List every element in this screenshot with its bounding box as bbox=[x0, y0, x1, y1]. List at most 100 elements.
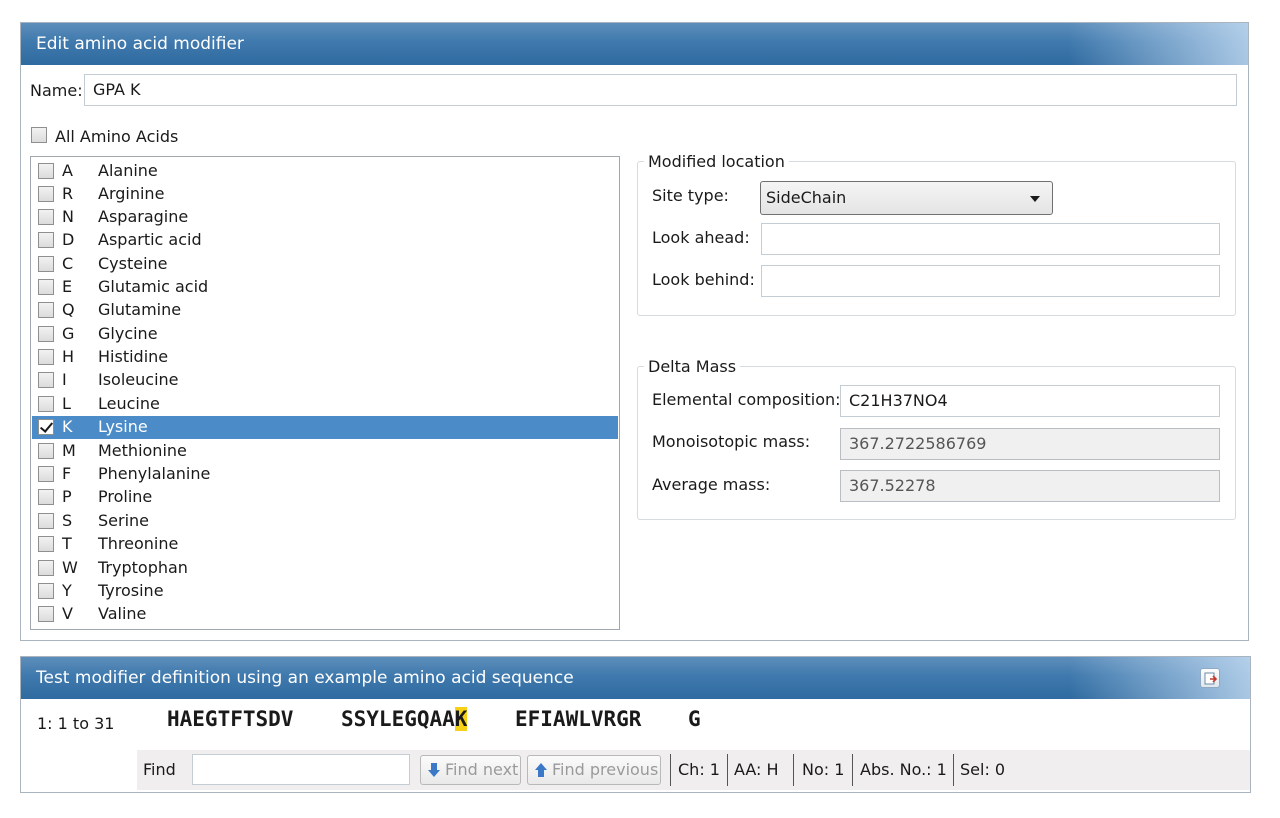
amino-acid-checkbox[interactable] bbox=[38, 536, 54, 552]
amino-acid-row-n[interactable]: N Asparagine bbox=[32, 206, 618, 229]
name-input[interactable]: GPA K bbox=[84, 74, 1237, 106]
site-type-value: SideChain bbox=[766, 188, 847, 207]
amino-acid-name: Serine bbox=[98, 511, 150, 530]
status-number: No: 1 bbox=[802, 760, 845, 779]
all-amino-acids-label: All Amino Acids bbox=[55, 127, 179, 146]
find-toolbar: Find Find next Find previous Ch: 1 AA: H… bbox=[137, 750, 1250, 790]
amino-acid-name: Glutamic acid bbox=[98, 277, 209, 296]
amino-acid-name: Glutamine bbox=[98, 300, 182, 319]
find-input[interactable] bbox=[192, 754, 410, 785]
amino-acid-checkbox[interactable] bbox=[38, 163, 54, 179]
amino-acid-checkbox[interactable] bbox=[38, 466, 54, 482]
amino-acid-row-f[interactable]: F Phenylalanine bbox=[32, 463, 618, 486]
amino-acid-row-d[interactable]: D Aspartic acid bbox=[32, 229, 618, 252]
sequence-group-3[interactable]: EFIAWLVRGR bbox=[515, 707, 641, 731]
amino-acid-code: N bbox=[62, 207, 74, 226]
find-previous-label: Find previous bbox=[552, 760, 659, 779]
status-divider bbox=[953, 754, 954, 786]
amino-acid-checkbox[interactable] bbox=[38, 232, 54, 248]
amino-acid-checkbox[interactable] bbox=[38, 513, 54, 529]
amino-acid-list[interactable]: A Alanine R Arginine N Asparagine D Aspartic… bbox=[30, 156, 620, 630]
amino-acid-checkbox[interactable] bbox=[38, 186, 54, 202]
sequence-group-2[interactable]: SSYLEGQAAK bbox=[341, 707, 468, 731]
status-selection: Sel: 0 bbox=[960, 760, 1006, 779]
amino-acid-checkbox[interactable] bbox=[38, 583, 54, 599]
amino-acid-checkbox[interactable] bbox=[38, 443, 54, 459]
elemental-composition-input[interactable]: C21H37NO4 bbox=[840, 385, 1220, 417]
delta-mass-title: Delta Mass bbox=[644, 357, 741, 376]
amino-acid-row-e[interactable]: E Glutamic acid bbox=[32, 276, 618, 299]
amino-acid-row-k[interactable]: K Lysine bbox=[32, 416, 618, 439]
edit-modifier-titlebar: Edit amino acid modifier bbox=[21, 23, 1248, 65]
elemental-composition-label: Elemental composition: bbox=[652, 390, 841, 409]
amino-acid-row-v[interactable]: V Valine bbox=[32, 603, 618, 626]
amino-acid-code: T bbox=[62, 534, 72, 553]
average-mass-label: Average mass: bbox=[652, 475, 771, 494]
sequence-group-4[interactable]: G bbox=[688, 707, 701, 731]
amino-acid-row-t[interactable]: T Threonine bbox=[32, 533, 618, 556]
amino-acid-name: Aspartic acid bbox=[98, 230, 202, 249]
status-amino-acid: AA: H bbox=[734, 760, 779, 779]
average-mass-value: 367.52278 bbox=[840, 470, 1220, 502]
look-behind-label: Look behind: bbox=[652, 270, 755, 289]
amino-acid-row-p[interactable]: P Proline bbox=[32, 486, 618, 509]
amino-acid-checkbox[interactable] bbox=[38, 489, 54, 505]
amino-acid-checkbox[interactable] bbox=[38, 326, 54, 342]
find-label: Find bbox=[143, 760, 176, 779]
amino-acid-name: Proline bbox=[98, 487, 153, 506]
amino-acid-row-l[interactable]: L Leucine bbox=[32, 393, 618, 416]
look-behind-input[interactable] bbox=[761, 265, 1220, 297]
sequence-display[interactable]: HAEGTFTSDV SSYLEGQAAK EFIAWLVRGR G bbox=[155, 699, 1250, 749]
test-modifier-panel: Test modifier definition using an exampl… bbox=[20, 656, 1251, 793]
amino-acid-checkbox[interactable] bbox=[38, 372, 54, 388]
arrow-up-icon bbox=[535, 763, 547, 777]
amino-acid-checkbox[interactable] bbox=[38, 396, 54, 412]
amino-acid-checkbox[interactable] bbox=[38, 606, 54, 622]
amino-acid-name: Leucine bbox=[98, 394, 160, 413]
test-modifier-titlebar: Test modifier definition using an exampl… bbox=[21, 657, 1250, 699]
test-modifier-title: Test modifier definition using an exampl… bbox=[36, 668, 574, 688]
amino-acid-row-m[interactable]: M Methionine bbox=[32, 440, 618, 463]
status-divider bbox=[670, 754, 671, 786]
amino-acid-checkbox[interactable] bbox=[38, 349, 54, 365]
look-ahead-input[interactable] bbox=[761, 223, 1220, 255]
amino-acid-code: A bbox=[62, 161, 73, 180]
all-amino-acids-checkbox[interactable] bbox=[31, 127, 47, 143]
amino-acid-row-w[interactable]: W Tryptophan bbox=[32, 557, 618, 580]
status-divider bbox=[852, 754, 853, 786]
amino-acid-checkbox[interactable] bbox=[38, 209, 54, 225]
amino-acid-checkbox[interactable] bbox=[38, 419, 54, 435]
amino-acid-row-h[interactable]: H Histidine bbox=[32, 346, 618, 369]
status-absolute-number: Abs. No.: 1 bbox=[860, 760, 947, 779]
find-next-button[interactable]: Find next bbox=[420, 755, 521, 785]
find-previous-button[interactable]: Find previous bbox=[527, 755, 661, 785]
amino-acid-name: Asparagine bbox=[98, 207, 189, 226]
amino-acid-checkbox[interactable] bbox=[38, 560, 54, 576]
site-type-select[interactable]: SideChain bbox=[760, 181, 1053, 215]
amino-acid-row-a[interactable]: A Alanine bbox=[32, 160, 618, 183]
find-next-label: Find next bbox=[445, 760, 519, 779]
modified-location-title: Modified location bbox=[644, 152, 789, 171]
amino-acid-row-g[interactable]: G Glycine bbox=[32, 323, 618, 346]
sequence-group-1[interactable]: HAEGTFTSDV bbox=[167, 707, 293, 731]
amino-acid-checkbox[interactable] bbox=[38, 302, 54, 318]
amino-acid-row-s[interactable]: S Serine bbox=[32, 510, 618, 533]
amino-acid-name: Phenylalanine bbox=[98, 464, 211, 483]
amino-acid-name: Arginine bbox=[98, 184, 165, 203]
amino-acid-name: Glycine bbox=[98, 324, 158, 343]
chevron-down-icon bbox=[1030, 196, 1040, 202]
amino-acid-row-r[interactable]: R Arginine bbox=[32, 183, 618, 206]
amino-acid-code: E bbox=[62, 277, 73, 296]
amino-acid-row-c[interactable]: C Cysteine bbox=[32, 253, 618, 276]
amino-acid-checkbox[interactable] bbox=[38, 279, 54, 295]
amino-acid-row-q[interactable]: Q Glutamine bbox=[32, 299, 618, 322]
export-icon[interactable] bbox=[1200, 668, 1220, 688]
amino-acid-row-i[interactable]: I Isoleucine bbox=[32, 369, 618, 392]
arrow-down-icon bbox=[428, 763, 440, 777]
monoisotopic-mass-label: Monoisotopic mass: bbox=[652, 432, 811, 451]
amino-acid-code: W bbox=[62, 558, 78, 577]
amino-acid-checkbox[interactable] bbox=[38, 256, 54, 272]
amino-acid-row-y[interactable]: Y Tyrosine bbox=[32, 580, 618, 603]
highlighted-residue[interactable]: K bbox=[454, 707, 468, 731]
site-type-label: Site type: bbox=[652, 186, 729, 205]
